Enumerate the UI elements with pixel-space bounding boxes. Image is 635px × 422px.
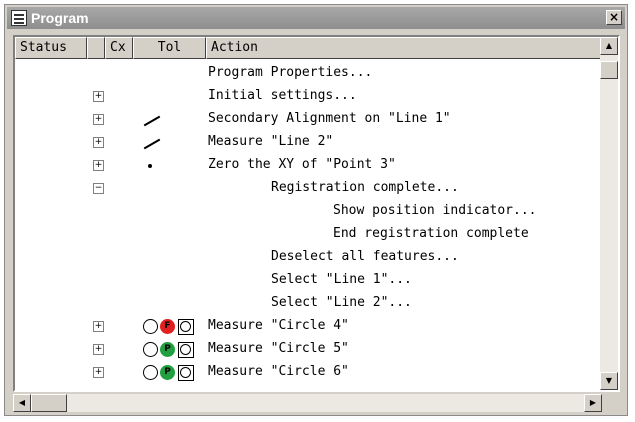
action-label: Secondary Alignment on "Line 1" (208, 111, 451, 126)
program-icon (11, 10, 27, 26)
column-action[interactable]: Action (206, 37, 604, 59)
scroll-up-button[interactable]: ▲ (600, 37, 618, 55)
vertical-scroll-thumb[interactable] (600, 61, 618, 79)
pass-status-icon: P (160, 365, 175, 380)
title-bar[interactable]: Program × (7, 7, 625, 29)
program-row[interactable]: Select "Line 1"... (15, 270, 600, 292)
column-tol[interactable]: Tol (133, 37, 206, 59)
line-feature-icon (143, 138, 161, 150)
collapse-icon[interactable]: − (93, 183, 104, 194)
action-label: Program Properties... (208, 65, 373, 80)
expand-icon[interactable]: + (93, 137, 104, 148)
scroll-right-button[interactable]: ▶ (584, 394, 602, 412)
tolerance-icon (178, 342, 194, 358)
tolerance-icon (178, 365, 194, 381)
program-row[interactable]: End registration complete (15, 224, 600, 246)
program-row[interactable]: + Measure "Line 2" (15, 132, 600, 154)
program-row[interactable]: + Zero the XY of "Point 3" (15, 155, 600, 177)
action-label: Measure "Circle 4" (208, 318, 349, 333)
scrollbar-corner (602, 394, 620, 412)
circle-feature-icon (143, 319, 158, 334)
program-row[interactable]: Show position indicator... (15, 201, 600, 223)
action-label: Zero the XY of "Point 3" (208, 157, 396, 172)
action-label: Deselect all features... (271, 249, 459, 264)
expand-icon[interactable]: + (93, 344, 104, 355)
close-button[interactable]: × (606, 10, 622, 25)
expand-icon[interactable]: + (93, 91, 104, 102)
column-status[interactable]: Status (15, 37, 87, 59)
window-title: Program (31, 10, 89, 26)
horizontal-scrollbar[interactable]: ◀ ▶ (13, 394, 602, 412)
program-list: Status Cx Tol Action Program Properties.… (13, 35, 620, 392)
fail-status-icon: F (160, 319, 175, 334)
column-cx[interactable]: Cx (105, 37, 133, 59)
program-rows: Program Properties... + Initial settings..… (15, 59, 600, 390)
action-label: Measure "Circle 6" (208, 364, 349, 379)
vertical-scrollbar[interactable]: ▲ ▼ (600, 37, 618, 390)
expand-icon[interactable]: + (93, 321, 104, 332)
action-label: Show position indicator... (333, 203, 537, 218)
expand-icon[interactable]: + (93, 367, 104, 378)
scroll-down-button[interactable]: ▼ (600, 372, 618, 390)
action-label: Registration complete... (271, 180, 459, 195)
action-label: Select "Line 1"... (271, 272, 412, 287)
action-label: Initial settings... (208, 88, 357, 103)
program-window: Program × Status Cx Tol Action Program P… (4, 4, 628, 416)
program-row[interactable]: + Initial settings... (15, 86, 600, 108)
program-row[interactable]: + P Measure "Circle 6" (15, 362, 600, 384)
expand-icon[interactable]: + (93, 114, 104, 125)
program-row[interactable]: + F Measure "Circle 4" (15, 316, 600, 338)
circle-feature-icon (143, 365, 158, 380)
tolerance-icon (178, 319, 194, 335)
program-row[interactable]: Program Properties... (15, 63, 600, 85)
point-feature-icon (148, 164, 152, 168)
action-label: Select "Line 2"... (271, 295, 412, 310)
action-label: Measure "Line 2" (208, 134, 334, 149)
action-label: End registration complete (333, 226, 529, 241)
column-header: Status Cx Tol Action (15, 37, 604, 59)
line-feature-icon (143, 115, 161, 127)
circle-feature-icon (143, 342, 158, 357)
program-row[interactable]: + Secondary Alignment on "Line 1" (15, 109, 600, 131)
program-row[interactable]: Select "Line 2"... (15, 293, 600, 315)
column-blank[interactable] (87, 37, 105, 59)
pass-status-icon: P (160, 342, 175, 357)
program-row[interactable]: − Registration complete... (15, 178, 600, 200)
action-label: Measure "Circle 5" (208, 341, 349, 356)
program-row[interactable]: + P Measure "Circle 5" (15, 339, 600, 361)
program-row[interactable]: Deselect all features... (15, 247, 600, 269)
scroll-left-button[interactable]: ◀ (13, 394, 31, 412)
horizontal-scroll-thumb[interactable] (31, 394, 67, 412)
expand-icon[interactable]: + (93, 160, 104, 171)
